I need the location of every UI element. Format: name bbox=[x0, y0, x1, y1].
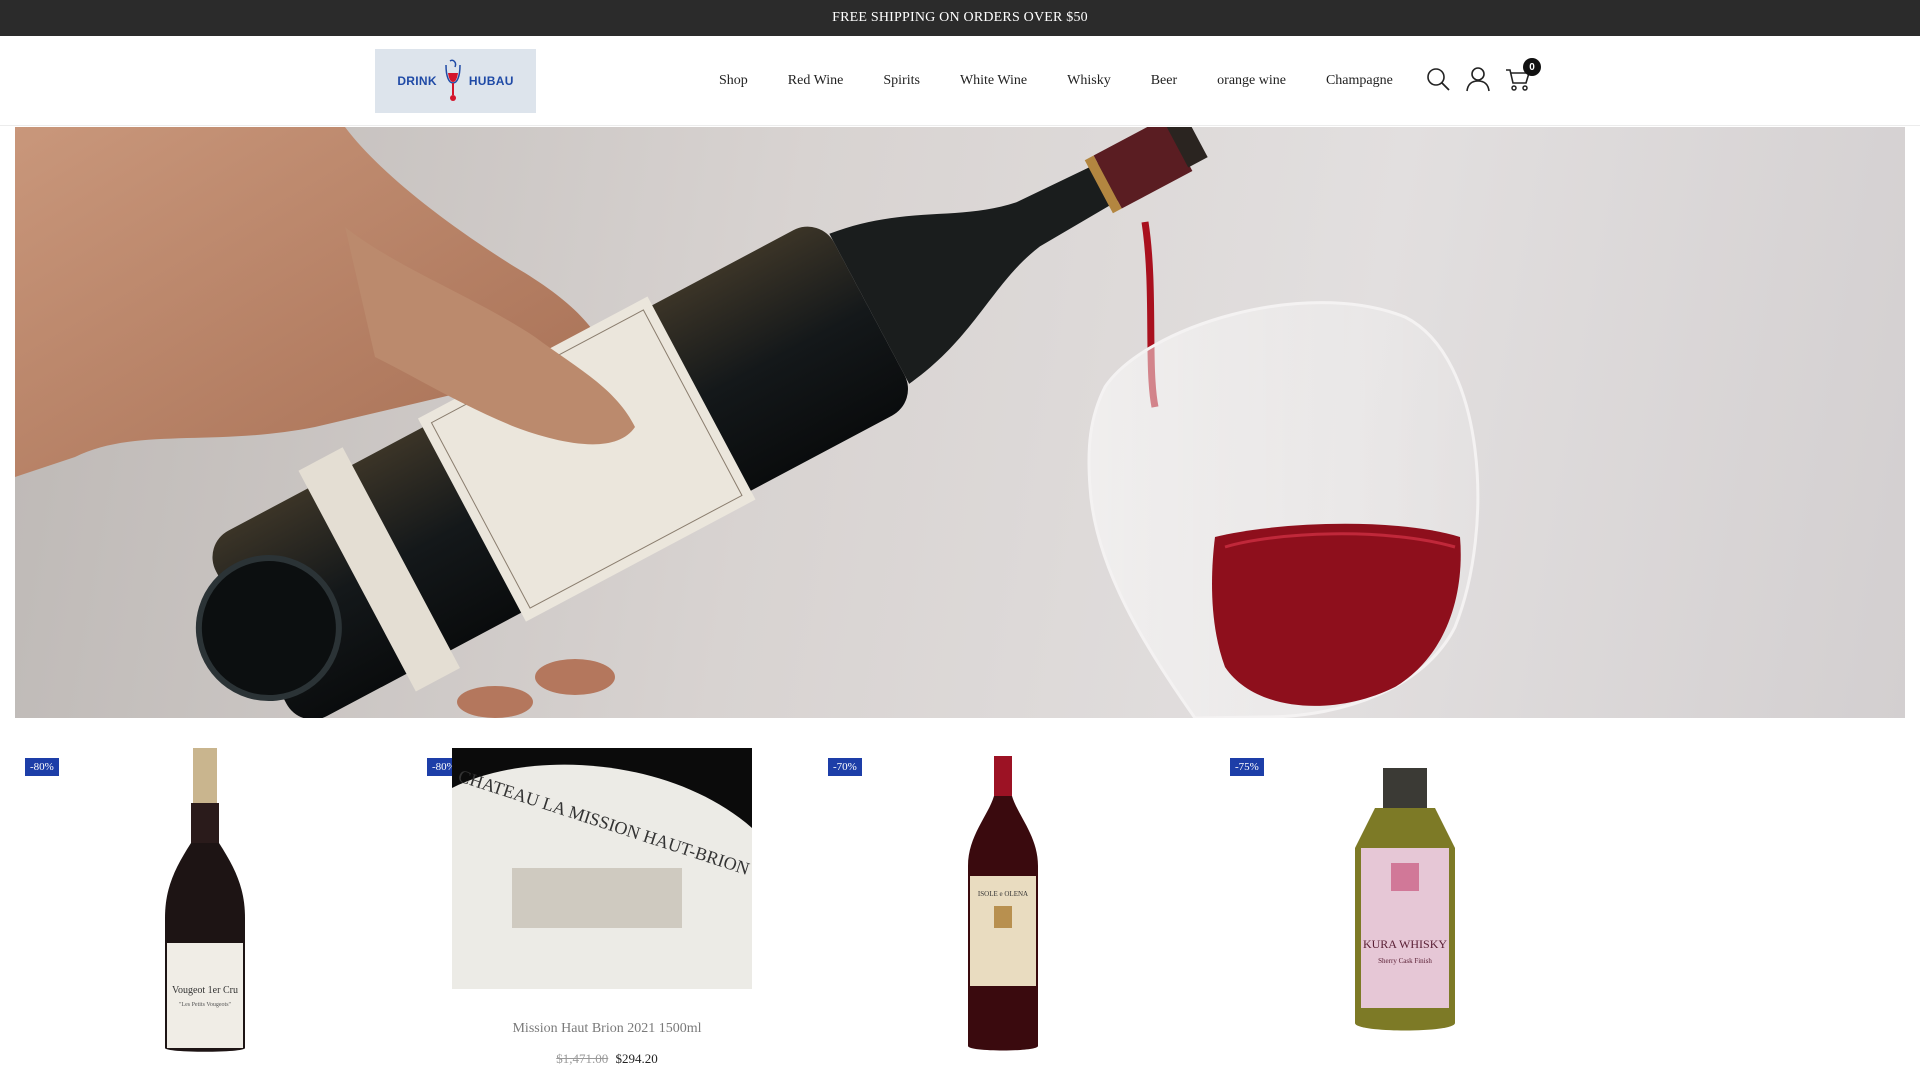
product-image[interactable]: CHATEAU LA MISSION HAUT-BRION bbox=[452, 748, 752, 989]
site-header: DRINK HUBAU Shop Red Wine Spirits White … bbox=[0, 36, 1920, 126]
product-card[interactable]: -80% CHATEAU LA MISSION HAUT-BRION Missi… bbox=[417, 728, 797, 1080]
nav-item-white-wine[interactable]: White Wine bbox=[960, 73, 1027, 89]
old-price: $1,471.00 bbox=[556, 1051, 609, 1066]
product-price: $1,471.00 $294.20 bbox=[442, 1051, 772, 1067]
nav-item-whisky[interactable]: Whisky bbox=[1067, 73, 1111, 89]
bottle-label-subtext: "Les Petits Vougeots" bbox=[179, 1002, 232, 1008]
logo-word-left: DRINK bbox=[397, 74, 437, 88]
product-card[interactable]: -80% Vougeot 1er Cru "Les Petits Vougeot… bbox=[15, 728, 395, 1080]
main-nav: Shop Red Wine Spirits White Wine Whisky … bbox=[719, 36, 1393, 126]
announcement-text: FREE SHIPPING ON ORDERS OVER $50 bbox=[832, 10, 1088, 25]
nav-item-red-wine[interactable]: Red Wine bbox=[788, 73, 844, 89]
nav-item-orange-wine[interactable]: orange wine bbox=[1217, 73, 1286, 89]
bottle-label-text: Vougeot 1er Cru bbox=[172, 985, 238, 996]
discount-badge: -70% bbox=[828, 758, 862, 776]
bottle-label-subtext: Sherry Cask Finish bbox=[1378, 957, 1432, 965]
product-image[interactable]: KURA WHISKY Sherry Cask Finish bbox=[1345, 768, 1465, 1038]
nav-item-champagne[interactable]: Champagne bbox=[1326, 73, 1393, 89]
header-icons: 0 bbox=[1425, 58, 1541, 92]
bottle-label-text: KURA WHISKY bbox=[1363, 937, 1447, 951]
hero-banner[interactable] bbox=[15, 127, 1905, 718]
product-card[interactable]: -70% ISOLE e OLENA bbox=[818, 728, 1198, 1080]
hero-wine-pour-image bbox=[15, 127, 1480, 718]
bottle-label-text: ISOLE e OLENA bbox=[978, 890, 1028, 898]
cart-icon[interactable]: 0 bbox=[1505, 58, 1541, 92]
discount-badge: -80% bbox=[25, 758, 59, 776]
wine-glass-logo-icon bbox=[445, 59, 461, 101]
user-icon[interactable] bbox=[1465, 66, 1491, 92]
cart-count-badge: 0 bbox=[1523, 58, 1541, 76]
product-grid: -80% Vougeot 1er Cru "Les Petits Vougeot… bbox=[0, 728, 1920, 1080]
product-card[interactable]: -75% KURA WHISKY Sherry Cask Finish bbox=[1220, 728, 1600, 1080]
nav-item-spirits[interactable]: Spirits bbox=[883, 73, 920, 89]
product-image[interactable]: Vougeot 1er Cru "Les Petits Vougeots" bbox=[145, 748, 265, 1058]
nav-item-beer[interactable]: Beer bbox=[1151, 73, 1177, 89]
nav-item-shop[interactable]: Shop bbox=[719, 73, 748, 89]
announcement-bar: FREE SHIPPING ON ORDERS OVER $50 bbox=[0, 0, 1920, 36]
site-logo[interactable]: DRINK HUBAU bbox=[375, 49, 536, 113]
product-image[interactable]: ISOLE e OLENA bbox=[958, 756, 1048, 1056]
product-name[interactable]: Mission Haut Brion 2021 1500ml bbox=[442, 1021, 772, 1037]
search-icon[interactable] bbox=[1425, 66, 1451, 92]
discount-badge: -75% bbox=[1230, 758, 1264, 776]
logo-word-right: HUBAU bbox=[468, 74, 514, 88]
sale-price: $294.20 bbox=[615, 1051, 658, 1066]
